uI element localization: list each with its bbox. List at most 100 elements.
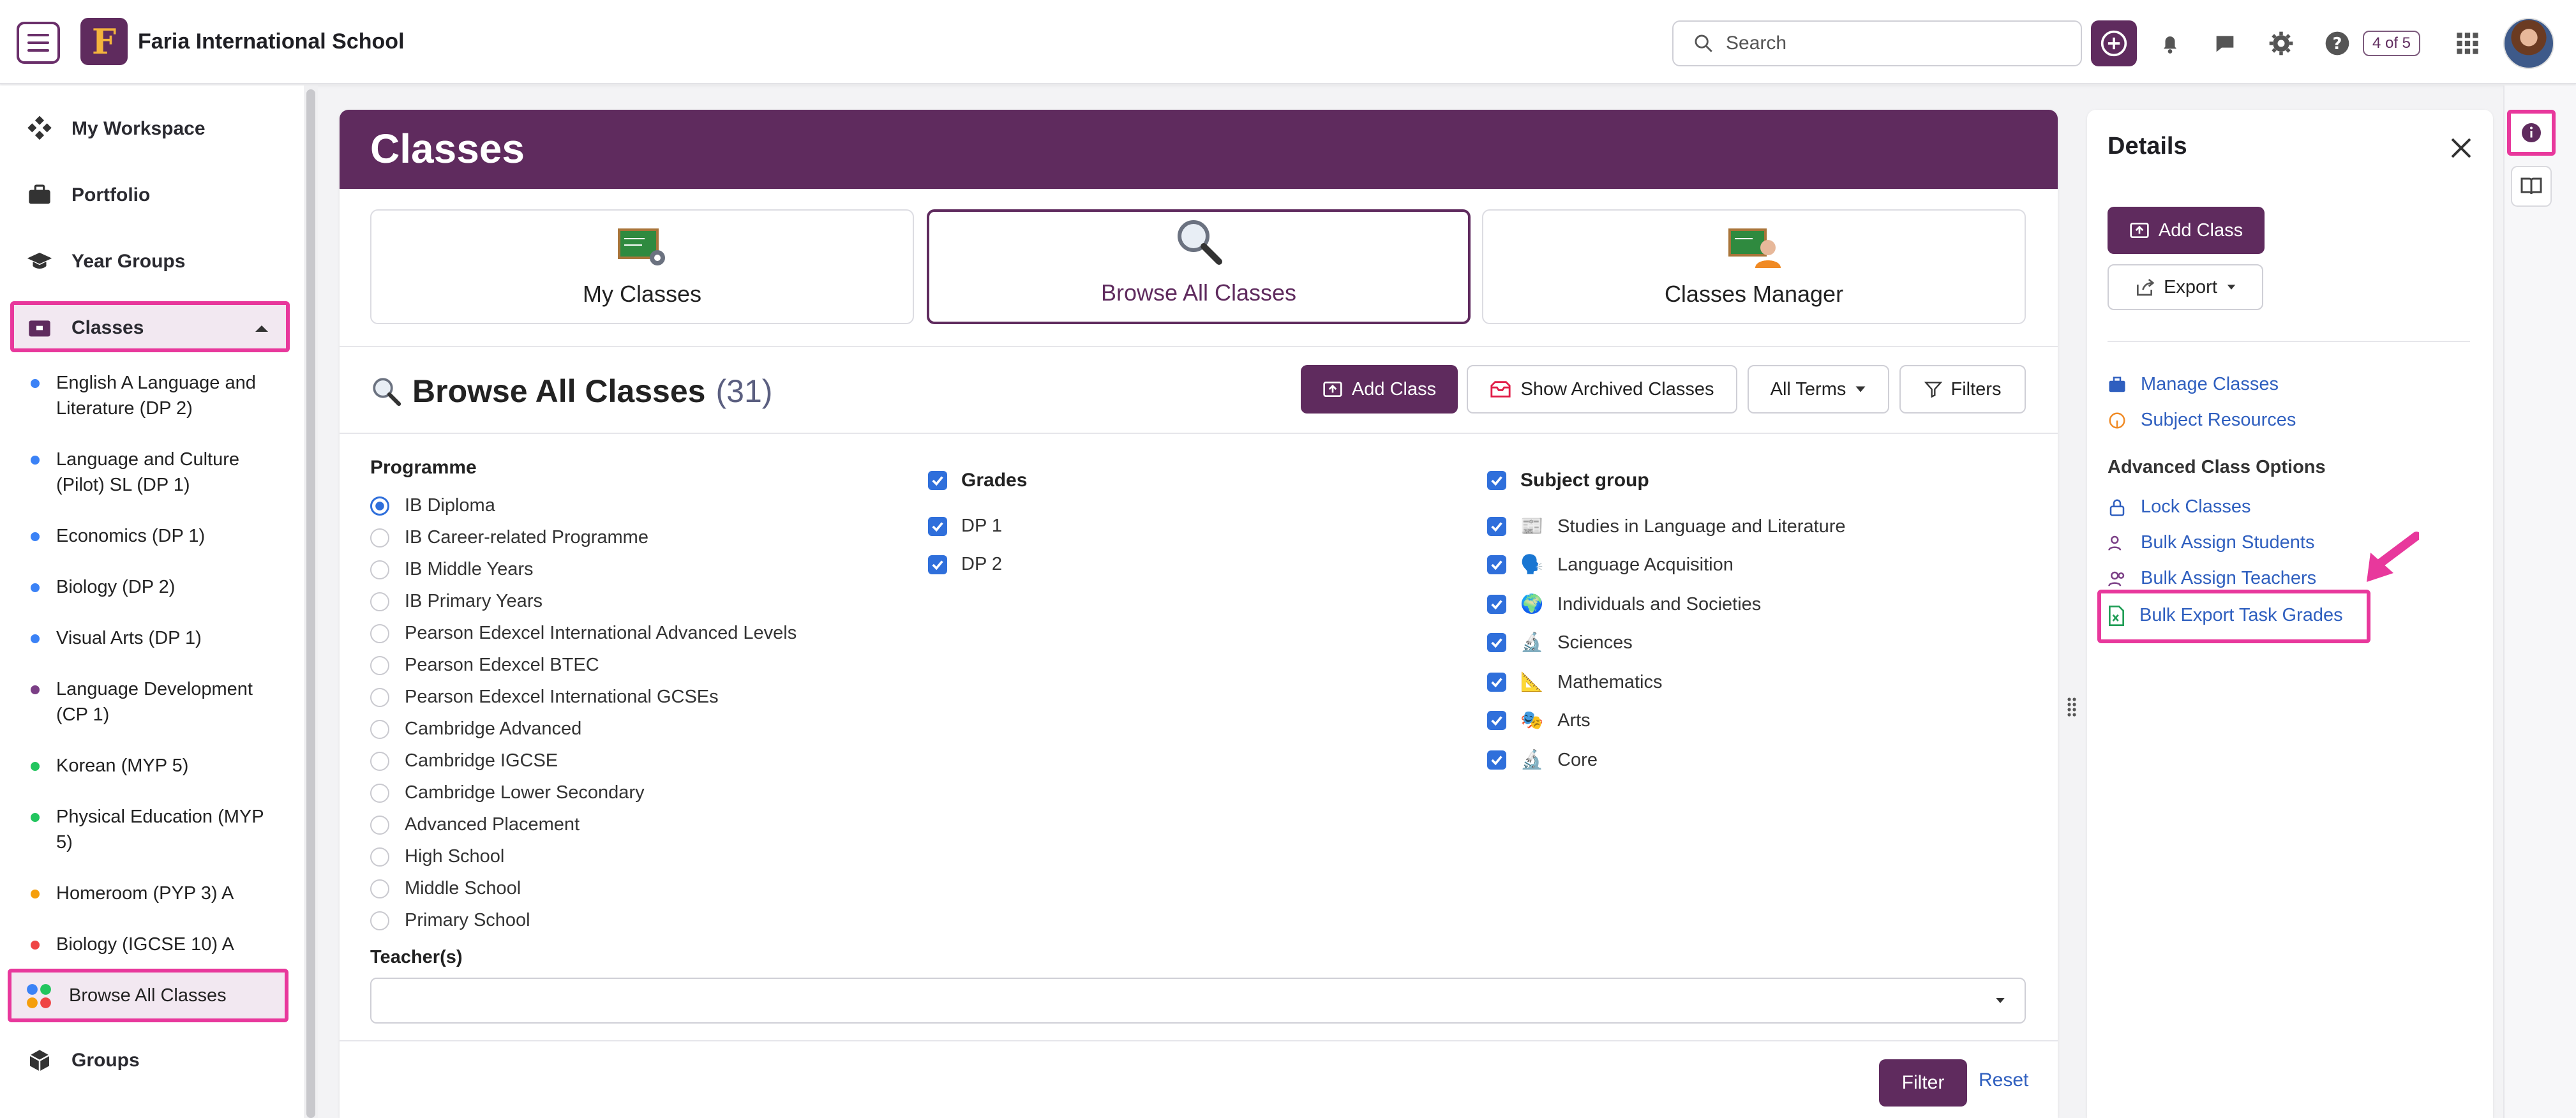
radio-circle[interactable] [370,560,389,579]
radio-selected[interactable] [370,496,389,516]
checkbox-checked[interactable] [1487,517,1506,536]
close-icon[interactable] [2448,135,2474,161]
programme-radio[interactable]: Cambridge Advanced [370,719,581,740]
programme-radio-ib-diploma[interactable]: IB Diploma [370,495,495,516]
radio-circle[interactable] [370,783,389,803]
filters-button[interactable]: Filters [1899,365,2026,414]
checkbox-checked[interactable] [928,516,947,536]
programme-radio[interactable]: Advanced Placement [370,814,580,835]
sidebar-class-item[interactable]: Physical Education (MYP 5) [31,804,280,855]
programme-radio[interactable]: Pearson Edexcel International Advanced L… [370,623,797,644]
sidebar-item-my-workspace[interactable]: My Workspace [26,115,206,143]
settings-button[interactable] [2263,26,2299,61]
reset-link[interactable]: Reset [1979,1070,2028,1091]
programme-radio[interactable]: IB Primary Years [370,591,543,612]
checkbox-checked[interactable] [1487,673,1506,692]
grades-select-all[interactable]: Grades [928,470,1027,491]
export-dropdown-button[interactable]: Export [2108,264,2263,310]
add-new-button[interactable] [2091,20,2137,66]
sidebar-class-item[interactable]: Biology (IGCSE 10) A [31,932,280,957]
checkbox-checked[interactable] [928,555,947,574]
bulk-assign-teachers-link[interactable]: Bulk Assign Teachers [2108,568,2316,589]
filter-button[interactable]: Filter [1879,1059,1967,1107]
menu-toggle-button[interactable] [17,22,60,64]
checkbox-checked[interactable] [1487,471,1506,490]
chevron-up-icon[interactable] [254,323,269,333]
grade-checkbox[interactable]: DP 1 [928,516,1002,537]
radio-circle[interactable] [370,879,389,898]
sidebar-item-classes[interactable]: Classes [26,314,144,342]
radio-circle[interactable] [370,687,389,707]
subject-resources-link[interactable]: Subject Resources [2108,410,2296,431]
tab-my-classes[interactable]: My Classes [370,209,914,324]
programme-radio[interactable]: Cambridge IGCSE [370,750,558,771]
all-terms-dropdown[interactable]: All Terms [1748,365,1889,414]
radio-circle[interactable] [370,623,389,643]
sidebar-class-item[interactable]: Biology (DP 2) [31,574,280,600]
checkbox-checked[interactable] [1487,595,1506,614]
bulk-assign-students-link[interactable]: Bulk Assign Students [2108,532,2314,553]
programme-radio[interactable]: Primary School [370,910,530,931]
messages-button[interactable] [2207,26,2243,61]
radio-circle[interactable] [370,719,389,739]
sidebar-class-item[interactable]: Homeroom (PYP 3) A [31,881,280,906]
sidebar-class-item[interactable]: Economics (DP 1) [31,523,280,549]
programme-radio[interactable]: Pearson Edexcel International GCSEs [370,687,719,708]
checkbox-checked[interactable] [1487,750,1506,770]
checkbox-checked[interactable] [1487,555,1506,574]
guide-button[interactable] [2511,166,2552,207]
user-avatar[interactable] [2503,18,2554,69]
sidebar-scrollbar-thumb[interactable] [306,89,315,1118]
tab-browse-all-classes[interactable]: Browse All Classes [927,209,1471,324]
sidebar-class-item[interactable]: English A Language and Literature (DP 2) [31,370,280,421]
sidebar-item-year-groups[interactable]: Year Groups [26,248,185,276]
sidebar-class-item[interactable]: Korean (MYP 5) [31,753,280,779]
programme-radio[interactable]: IB Career-related Programme [370,527,648,548]
tab-classes-manager[interactable]: Classes Manager [1482,209,2026,324]
subject-checkbox[interactable]: 📐 Mathematics [1487,671,1663,693]
programme-radio[interactable]: Cambridge Lower Secondary [370,782,645,803]
sidebar-item-browse-all-classes[interactable]: Browse All Classes [26,983,274,1010]
panel-resize-handle[interactable] [2067,697,2077,717]
subject-checkbox[interactable]: 🔬 Sciences [1487,632,1633,653]
radio-circle[interactable] [370,592,389,611]
search-input[interactable]: Search [1672,20,2082,66]
radio-circle[interactable] [370,528,389,548]
subject-checkbox[interactable]: 📰 Studies in Language and Literature [1487,516,1846,537]
radio-circle[interactable] [370,911,389,930]
programme-radio[interactable]: Pearson Edexcel BTEC [370,655,599,676]
details-toggle-button[interactable] [2507,110,2556,156]
checkbox-checked[interactable] [928,471,947,490]
notifications-button[interactable] [2152,26,2188,61]
subject-checkbox[interactable]: 🔬 Core [1487,749,1598,771]
subject-group-select-all[interactable]: Subject group [1487,470,1649,491]
teachers-select[interactable] [370,978,2026,1024]
bulk-export-task-grades-link[interactable]: Bulk Export Task Grades [2108,605,2343,626]
sidebar-item-portfolio[interactable]: Portfolio [26,181,150,209]
radio-circle[interactable] [370,815,389,835]
details-add-class-button[interactable]: Add Class [2108,207,2265,254]
checkbox-checked[interactable] [1487,711,1506,730]
sidebar-class-item[interactable]: Language Development (CP 1) [31,676,280,727]
programme-radio[interactable]: High School [370,846,504,867]
radio-circle[interactable] [370,847,389,867]
subject-checkbox[interactable]: 🎭 Arts [1487,710,1591,731]
add-class-button[interactable]: Add Class [1301,365,1458,414]
sidebar-item-groups[interactable]: Groups [26,1047,140,1075]
apps-grid-button[interactable] [2450,26,2485,61]
onboarding-progress-badge[interactable]: 4 of 5 [2363,31,2420,56]
help-button[interactable]: ? [2319,26,2355,61]
sidebar-class-item[interactable]: Language and Culture (Pilot) SL (DP 1) [31,447,280,498]
programme-radio[interactable]: IB Middle Years [370,559,534,580]
show-archived-classes-button[interactable]: Show Archived Classes [1467,365,1737,414]
radio-circle[interactable] [370,655,389,675]
manage-classes-link[interactable]: Manage Classes [2108,374,2279,395]
grade-checkbox[interactable]: DP 2 [928,554,1002,575]
subject-checkbox[interactable]: 🌍 Individuals and Societies [1487,593,1761,615]
radio-circle[interactable] [370,751,389,771]
checkbox-checked[interactable] [1487,633,1506,652]
lock-classes-link[interactable]: Lock Classes [2108,496,2250,518]
subject-checkbox[interactable]: 🗣️ Language Acquisition [1487,554,1734,576]
sidebar-class-item[interactable]: Visual Arts (DP 1) [31,625,280,651]
programme-radio[interactable]: Middle School [370,878,521,899]
